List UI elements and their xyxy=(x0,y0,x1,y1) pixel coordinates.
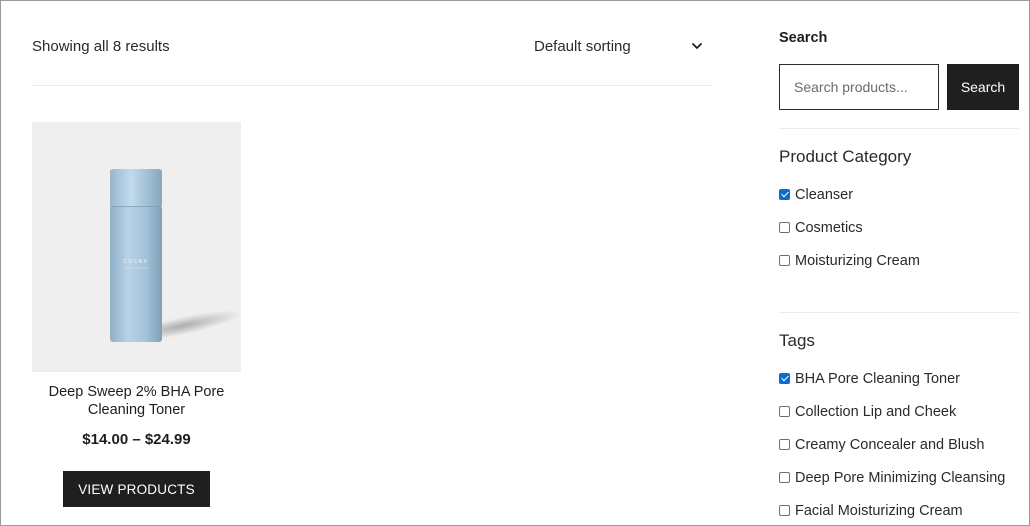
tag-item-bha-pore-cleaning-toner[interactable]: BHA Pore Cleaning Toner xyxy=(779,362,1005,395)
divider xyxy=(779,312,1019,313)
tag-label: Facial Moisturizing Cream xyxy=(795,502,963,519)
bottle-label: COSRX xyxy=(124,259,149,265)
tag-label: Creamy Concealer and Blush xyxy=(795,436,985,453)
search-input[interactable] xyxy=(779,64,939,110)
product-card: COSRX Deep Sweep 2% BHA Pore Cleaning To… xyxy=(32,122,241,507)
shop-main: Showing all 8 results Default sorting CO… xyxy=(32,1,713,526)
category-label: Cosmetics xyxy=(795,219,863,236)
checkbox[interactable] xyxy=(779,406,790,417)
tag-item-collection-lip-and-cheek[interactable]: Collection Lip and Cheek xyxy=(779,395,1005,428)
view-products-button[interactable]: VIEW PRODUCTS xyxy=(63,471,210,507)
chevron-down-icon xyxy=(692,43,702,49)
result-count: Showing all 8 results xyxy=(32,38,170,55)
checkbox[interactable] xyxy=(779,505,790,516)
tag-label: BHA Pore Cleaning Toner xyxy=(795,370,960,387)
tag-label: Deep Pore Minimizing Cleansing xyxy=(795,469,1006,486)
toner-bottle-image: COSRX xyxy=(110,169,241,342)
tag-item-facial-moisturizing-cream[interactable]: Facial Moisturizing Cream xyxy=(779,494,1005,526)
category-item-moisturizing-cream[interactable]: Moisturizing Cream xyxy=(779,244,920,277)
category-label: Moisturizing Cream xyxy=(795,252,920,269)
checkbox-checked[interactable] xyxy=(779,189,790,200)
checkbox[interactable] xyxy=(779,255,790,266)
product-image[interactable]: COSRX xyxy=(32,122,241,372)
checkbox[interactable] xyxy=(779,439,790,450)
category-label: Cleanser xyxy=(795,186,854,203)
search-widget-title: Search xyxy=(779,30,828,46)
results-toolbar: Showing all 8 results Default sorting xyxy=(32,1,713,86)
tag-label: Collection Lip and Cheek xyxy=(795,403,957,420)
tag-item-creamy-concealer-and-blush[interactable]: Creamy Concealer and Blush xyxy=(779,428,1005,461)
tags-title: Tags xyxy=(779,331,815,350)
divider xyxy=(779,128,1019,129)
sorting-label: Default sorting xyxy=(534,38,631,55)
checkbox[interactable] xyxy=(779,472,790,483)
shop-sidebar: Search Search Product Category Cleanser … xyxy=(779,1,1019,526)
tag-item-deep-pore-minimizing-cleansing[interactable]: Deep Pore Minimizing Cleansing xyxy=(779,461,1005,494)
checkbox-checked[interactable] xyxy=(779,373,790,384)
category-item-cleanser[interactable]: Cleanser xyxy=(779,178,920,211)
product-title[interactable]: Deep Sweep 2% BHA Pore Cleaning Toner xyxy=(32,383,241,419)
category-item-cosmetics[interactable]: Cosmetics xyxy=(779,211,920,244)
search-button[interactable]: Search xyxy=(947,64,1019,110)
product-category-title: Product Category xyxy=(779,147,912,166)
category-list: Cleanser Cosmetics Moisturizing Cream xyxy=(779,178,920,277)
checkbox[interactable] xyxy=(779,222,790,233)
product-price: $14.00 – $24.99 xyxy=(82,431,191,448)
sorting-select[interactable]: Default sorting xyxy=(534,31,704,63)
tags-list: BHA Pore Cleaning Toner Collection Lip a… xyxy=(779,362,1005,526)
